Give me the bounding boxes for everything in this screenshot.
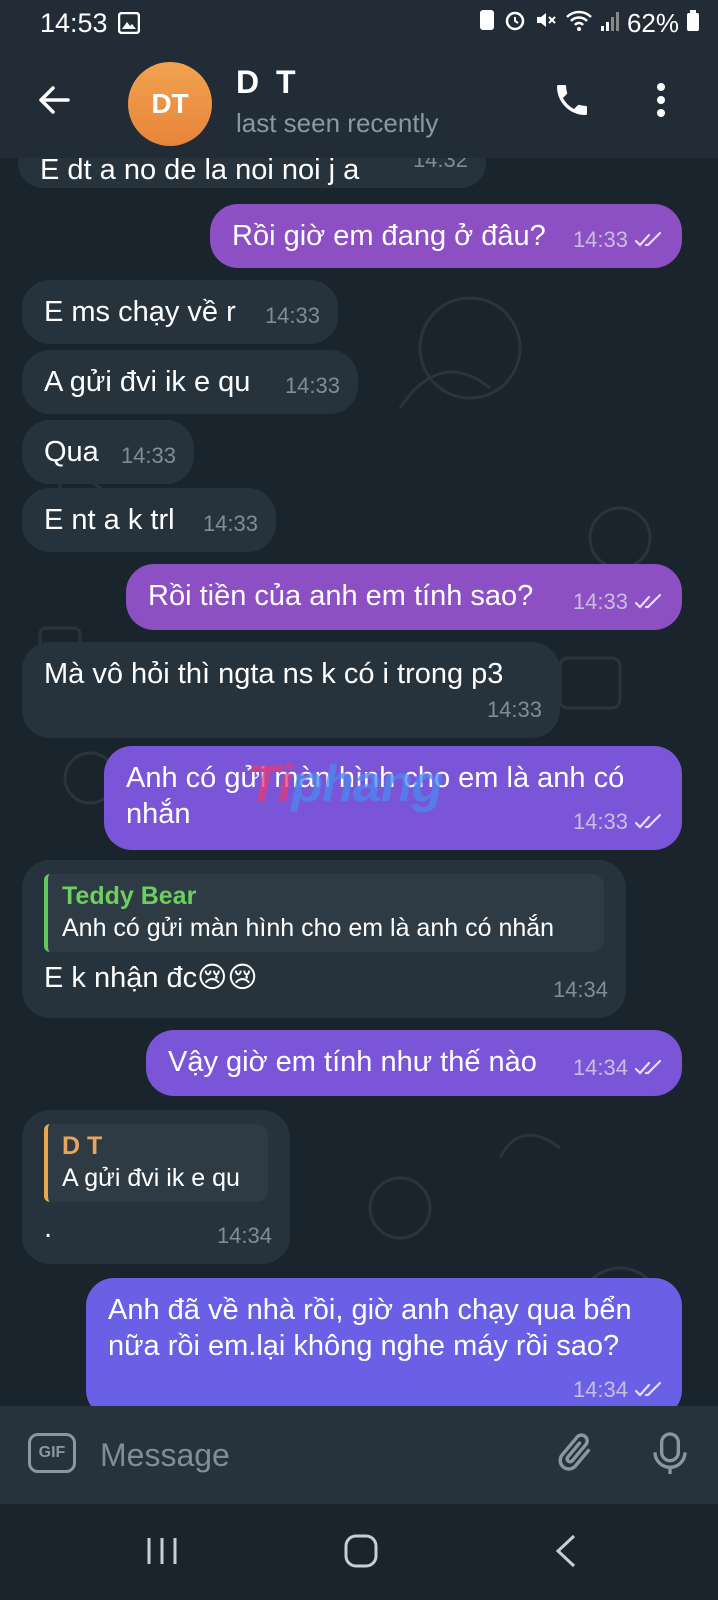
contact-status: last seen recently [236,108,439,138]
message-time: 14:33 [486,697,542,722]
system-nav-bar [0,1504,718,1600]
home-icon[interactable] [344,1534,378,1573]
status-icons: 62% [478,8,700,39]
message-input[interactable] [98,1432,522,1478]
battery-icon [686,8,700,39]
avatar[interactable]: DT [128,62,212,146]
message-time: 14:33 [120,443,176,468]
phone-call-icon[interactable] [552,80,592,125]
outgoing-message[interactable]: Rồi giờ em đang ở đâu? 14:33 [210,204,682,268]
message-time: 14:34 [572,1055,628,1080]
double-check-icon [634,232,662,247]
mute-icon [534,8,558,39]
incoming-message[interactable]: E nt a k trl 14:33 [22,488,276,552]
nav-back-icon[interactable] [554,1534,578,1573]
message-text: E ms chạy về r [44,296,236,328]
message-time: 14:33 [264,303,320,328]
message-text: Rồi giờ em đang ở đâu? [232,220,546,252]
incoming-message[interactable]: Teddy Bear Anh có gửi màn hình cho em là … [22,860,626,1018]
message-text: Mà vô hỏi thì ngta ns k có i trong p3 [44,658,504,690]
reply-author: D T [62,1132,103,1160]
incoming-message[interactable]: Qua 14:33 [22,420,194,484]
message-text: E k nhận đc😢😢 [44,962,258,994]
reply-quote[interactable]: Teddy Bear Anh có gửi màn hình cho em là … [44,874,604,952]
message-meta: 14:33 [285,368,340,404]
double-check-icon [634,594,662,609]
message-meta: 14:33 [121,438,176,474]
message-time: 14:34 [572,1377,628,1402]
incoming-message[interactable]: E dt a no de la noi noi j a 14:32 [18,158,486,188]
message-text: . [44,1212,53,1244]
message-text: E dt a no de la noi noi j a [40,158,360,186]
message-meta: 14:34 [217,1218,272,1254]
recent-apps-icon[interactable] [146,1536,178,1571]
incoming-message[interactable]: D T A gửi đvi ik e qu. 14:34 [22,1110,290,1264]
message-meta: 14:33 [487,692,542,728]
microphone-icon[interactable] [650,1430,690,1483]
chat-header: DT D T last seen recently [0,48,718,158]
reply-quote[interactable]: D T A gửi đvi ik e qu [44,1124,268,1202]
message-meta: 14:33 [573,584,664,620]
reply-text: Anh có gửi màn hình cho em là anh có nhắ… [62,914,555,942]
status-time: 14:53 [40,8,108,38]
message-meta: 14:34 [573,1372,664,1406]
message-text: Rồi tiền của anh em tính sao? [148,580,534,612]
message-text: Qua [44,436,99,468]
message-time: 14:33 [202,511,258,536]
incoming-message[interactable]: Mà vô hỏi thì ngta ns k có i trong p3 14:… [22,642,560,738]
incoming-message[interactable]: A gửi đvi ik e qu 14:33 [22,350,358,414]
back-arrow-icon[interactable] [36,82,72,123]
message-meta: 14:34 [553,972,608,1008]
message-text: E nt a k trl [44,504,175,536]
contact-name[interactable]: D T [236,64,300,101]
battery-percent: 62% [626,8,679,38]
double-check-icon [634,814,662,829]
incoming-message[interactable]: E ms chạy về r 14:33 [22,280,338,344]
message-time: 14:34 [552,977,608,1002]
reply-author: Teddy Bear [62,882,197,910]
attach-icon[interactable] [552,1430,598,1481]
message-meta: 14:33 [573,804,664,840]
data-saver-icon [478,8,496,39]
reply-text: A gửi đvi ik e qu [62,1164,240,1192]
message-time: 14:33 [572,227,628,252]
message-time: 14:34 [216,1223,272,1248]
message-time: 14:33 [284,373,340,398]
message-time: 14:33 [572,589,628,614]
wifi-icon [565,8,593,39]
message-meta: 14:33 [573,222,664,258]
signal-icon [600,8,620,39]
outgoing-message[interactable]: Rồi tiền của anh em tính sao? 14:33 [126,564,682,630]
message-list[interactable]: E dt a no de la noi noi j a 14:32 Rồi giờ … [0,158,718,1406]
message-text: Anh đã về nhà rồi, giờ anh chạy qua bển … [108,1294,632,1362]
composer-bar: GIF [0,1406,718,1504]
message-time: 14:33 [572,809,628,834]
message-meta: 14:33 [203,506,258,542]
status-bar: 14:53 62% [0,0,718,48]
message-meta: 14:34 [573,1050,664,1086]
double-check-icon [634,1060,662,1075]
gallery-notification-icon [117,11,141,39]
alarm-icon [503,8,527,39]
message-meta: 14:32 [413,158,468,178]
message-time: 14:32 [412,158,468,172]
more-options-icon[interactable] [656,82,666,123]
message-meta: 14:33 [265,298,320,334]
gif-button[interactable]: GIF [28,1433,76,1473]
watermark: Tiphang [248,755,443,813]
message-text: A gửi đvi ik e qu [44,366,251,398]
outgoing-message[interactable]: Anh đã về nhà rồi, giờ anh chạy qua bển … [86,1278,682,1406]
double-check-icon [634,1382,662,1397]
outgoing-message[interactable]: Vậy giờ em tính như thế nào 14:34 [146,1030,682,1096]
message-text: Vậy giờ em tính như thế nào [168,1046,537,1078]
